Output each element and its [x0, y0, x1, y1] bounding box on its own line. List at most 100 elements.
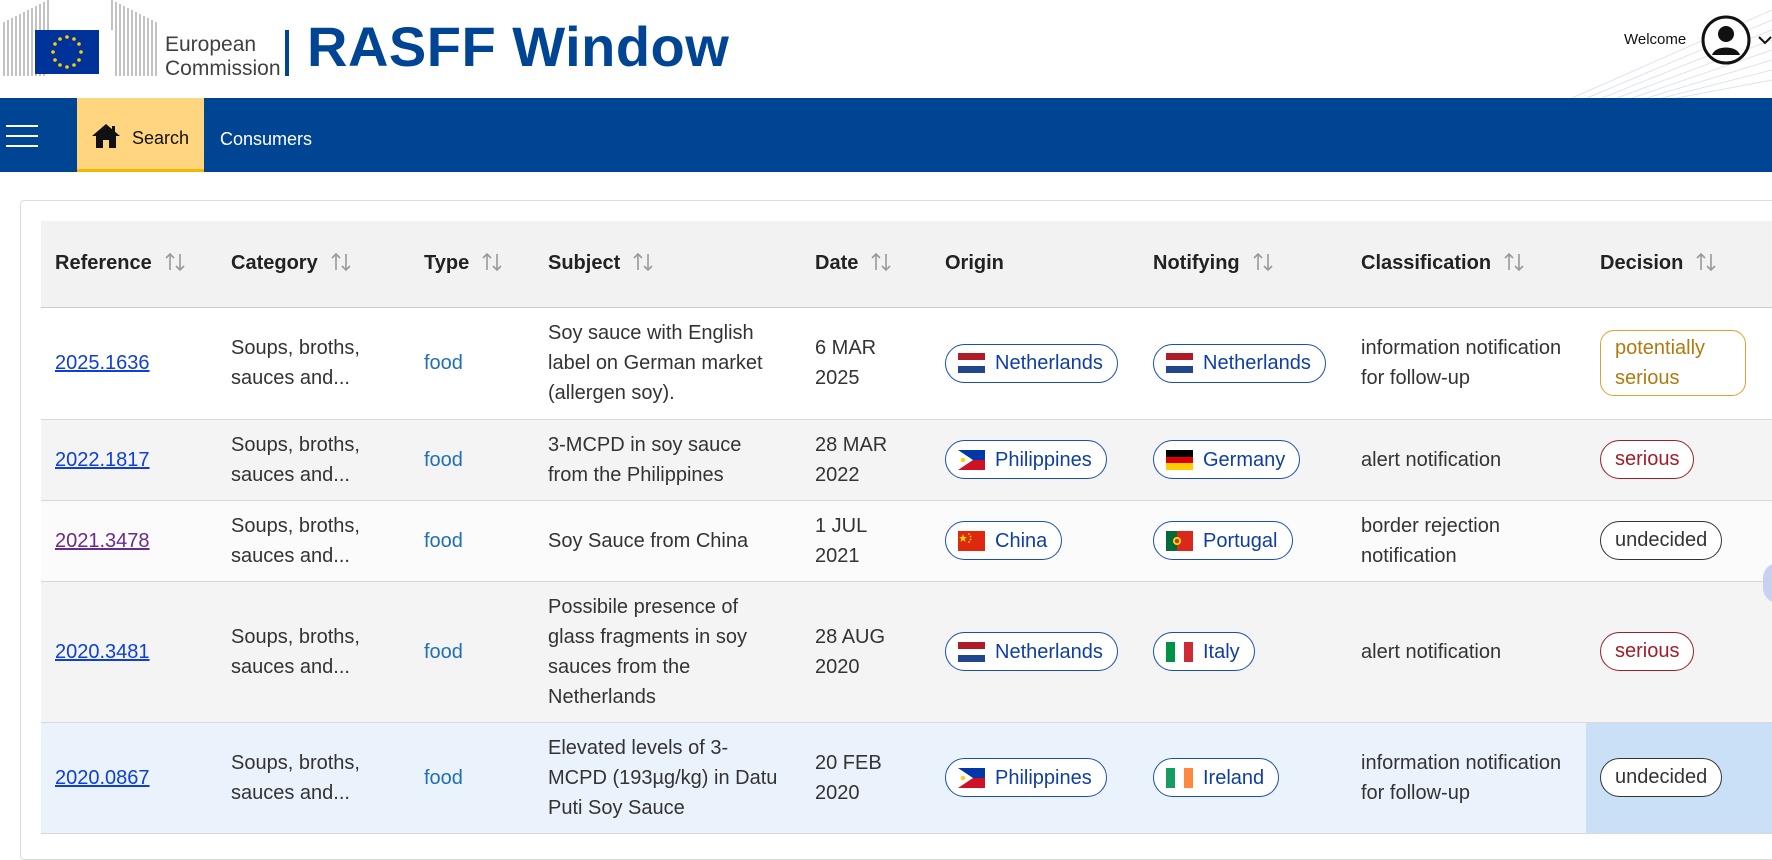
origin-cell: China — [931, 500, 1139, 582]
subject-cell: Soy sauce with English label on German ma… — [534, 307, 801, 420]
table-row: 2022.1817 Soups, broths, sauces and... fo… — [41, 419, 1772, 501]
notifying-country-chip[interactable]: Ireland — [1153, 758, 1280, 797]
date-line: 2020 — [815, 655, 860, 678]
column-header-type[interactable]: Type — [410, 221, 534, 308]
column-header-origin: Origin — [931, 221, 1139, 308]
notifying-country-chip[interactable]: Germany — [1153, 440, 1301, 479]
subject-cell: Possibile presence of glass fragments in … — [534, 581, 801, 723]
notifying-cell: Germany — [1139, 419, 1347, 501]
date-line: 6 MAR — [815, 337, 877, 359]
decision-cell: potentially serious — [1586, 307, 1772, 420]
sort-icon[interactable] — [1695, 252, 1717, 272]
country-name: Italy — [1203, 640, 1240, 663]
nav-tab-consumers[interactable]: Consumers — [220, 129, 312, 150]
column-header-notifying[interactable]: Notifying — [1139, 221, 1347, 308]
classification-line: information notification — [1361, 337, 1562, 359]
sort-icon[interactable] — [870, 252, 892, 272]
decision-badge-serious: serious — [1600, 632, 1695, 671]
column-header-category[interactable]: Category — [217, 221, 410, 308]
subject-line: Netherlands — [548, 685, 656, 708]
subject-cell: 3-MCPD in soy sauce from the Philippines — [534, 419, 801, 501]
sort-icon[interactable] — [632, 252, 654, 272]
subject-line: Soy sauce with English — [548, 322, 754, 344]
category-cell: Soups, broths, sauces and... — [217, 581, 410, 723]
column-header-reference[interactable]: Reference — [41, 221, 217, 308]
country-name: Netherlands — [995, 352, 1103, 374]
notifying-country-chip[interactable]: Portugal — [1153, 521, 1293, 560]
category-cell: Soups, broths, sauces and... — [217, 500, 410, 582]
origin-country-chip[interactable]: Philippines — [945, 758, 1107, 797]
notifying-cell: Italy — [1139, 581, 1347, 723]
table-row: 2020.3481 Soups, broths, sauces and... fo… — [41, 581, 1772, 723]
subject-line: (allergen soy). — [548, 382, 675, 404]
decision-cell: serious — [1586, 581, 1772, 723]
organization-name: European Commission — [165, 33, 281, 81]
date-cell: 28 MAR 2022 — [801, 419, 931, 501]
category-cell: Soups, broths, sauces and... — [217, 307, 410, 420]
origin-cell: Philippines — [931, 722, 1139, 834]
sort-icon[interactable] — [481, 252, 503, 272]
sort-icon[interactable] — [1503, 252, 1525, 272]
category-line: sauces and... — [231, 655, 350, 678]
subject-line: glass fragments in soy — [548, 625, 747, 648]
origin-country-chip[interactable]: Netherlands — [945, 343, 1118, 383]
sort-icon[interactable] — [164, 252, 186, 272]
subject-line: label on German market — [548, 352, 763, 374]
column-header-subject[interactable]: Subject — [534, 221, 801, 308]
subject-line: sauces from the — [548, 655, 691, 678]
classification-line: information notification — [1361, 751, 1562, 774]
sort-icon[interactable] — [1252, 252, 1274, 272]
header-divider — [285, 30, 289, 76]
origin-country-chip[interactable]: Netherlands — [945, 632, 1118, 671]
notifying-cell: Portugal — [1139, 500, 1347, 582]
reference-link[interactable]: 2025.1636 — [55, 352, 150, 374]
origin-country-chip[interactable]: Philippines — [945, 440, 1107, 479]
subject-line: 3-MCPD in soy sauce — [548, 433, 742, 456]
country-name: China — [995, 529, 1048, 552]
date-cell: 1 JUL 2021 — [801, 500, 931, 582]
reference-cell: 2022.1817 — [41, 419, 217, 501]
decision-badge-serious: serious — [1600, 440, 1695, 479]
chevron-down-icon[interactable] — [1758, 34, 1772, 46]
type-cell: food — [410, 500, 534, 582]
country-name: Ireland — [1203, 766, 1265, 789]
subject-line: Possibile presence of — [548, 595, 739, 618]
portugal-flag-icon — [1166, 530, 1193, 551]
notifying-country-chip[interactable]: Italy — [1153, 632, 1255, 671]
origin-country-chip[interactable]: China — [945, 521, 1063, 560]
decision-badge-potentially-serious: potentially serious — [1600, 330, 1746, 396]
type-cell: food — [410, 307, 534, 420]
date-line: 2022 — [815, 463, 860, 486]
nav-tab-search[interactable]: Search — [77, 98, 204, 172]
category-cell: Soups, broths, sauces and... — [217, 419, 410, 501]
sort-icon[interactable] — [330, 252, 352, 272]
decision-cell: serious — [1586, 419, 1772, 501]
type-cell: food — [410, 722, 534, 834]
main-navigation: Search Consumers — [0, 98, 1772, 172]
germany-flag-icon — [1166, 449, 1193, 470]
country-name: Germany — [1203, 448, 1286, 471]
menu-icon[interactable] — [6, 125, 38, 147]
column-header-date[interactable]: Date — [801, 221, 931, 308]
reference-link[interactable]: 2020.0867 — [55, 767, 150, 789]
decision-cell: undecided — [1586, 500, 1772, 582]
reference-link[interactable]: 2021.3478 — [55, 530, 150, 552]
reference-link[interactable]: 2020.3481 — [55, 641, 150, 663]
table-row: 2020.0867 Soups, broths, sauces and... fo… — [41, 722, 1772, 834]
decision-badge-undecided: undecided — [1600, 758, 1723, 797]
column-header-classification[interactable]: Classification — [1347, 221, 1586, 308]
country-name: Portugal — [1203, 529, 1278, 552]
column-header-decision[interactable]: Decision — [1586, 221, 1772, 308]
org-line-2: Commission — [165, 57, 281, 80]
classification-line: for follow-up — [1361, 367, 1470, 389]
user-account-icon[interactable] — [1701, 15, 1751, 65]
subject-cell: Soy Sauce from China — [534, 500, 801, 582]
classification-cell: border rejection notification — [1347, 500, 1586, 582]
country-name: Philippines — [995, 448, 1092, 471]
philippines-flag-icon — [958, 767, 985, 788]
ireland-flag-icon — [1166, 767, 1193, 788]
reference-link[interactable]: 2022.1817 — [55, 449, 150, 471]
classification-cell: alert notification — [1347, 419, 1586, 501]
nav-search-label: Search — [132, 128, 190, 148]
notifying-country-chip[interactable]: Netherlands — [1153, 343, 1326, 383]
